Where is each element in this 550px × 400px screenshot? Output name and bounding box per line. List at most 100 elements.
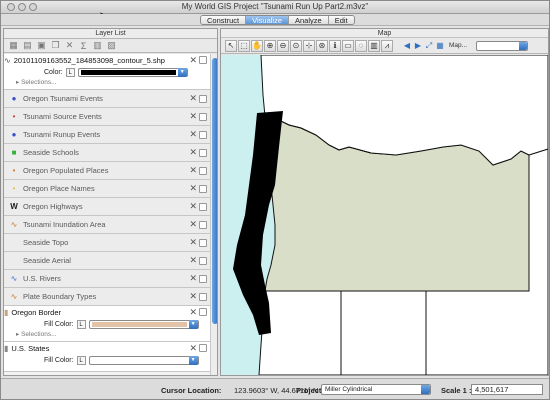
layer-visibility-checkbox[interactable] — [199, 202, 207, 211]
layer-name: Tsunami Runup Events — [23, 130, 101, 139]
label-toggle-button[interactable]: L — [76, 355, 86, 365]
layer-visibility-checkbox[interactable] — [199, 184, 207, 193]
minimize-window-button[interactable] — [18, 3, 26, 11]
info-icon[interactable]: ℹ — [329, 39, 341, 52]
layer-contour[interactable]: ∿ 20101109163552_184853098_contour_5.shp… — [4, 54, 210, 90]
layer-visibility-checkbox[interactable] — [199, 344, 207, 352]
layer-visibility-checkbox[interactable] — [199, 256, 207, 265]
remove-layer-icon[interactable]: ✕ — [189, 219, 197, 230]
selections-disclosure[interactable]: ▸ Selections... — [4, 78, 210, 88]
save-layer-icon[interactable]: ▣ — [36, 40, 47, 51]
layer-visibility-checkbox[interactable] — [199, 166, 207, 175]
lasso-icon[interactable]: ◌ — [355, 39, 367, 52]
layer-name: Oregon Tsunami Events — [23, 94, 103, 103]
map-select[interactable] — [476, 40, 529, 51]
scale-input[interactable]: 4,501,617 — [471, 384, 543, 395]
color-select[interactable]: ▼ — [77, 67, 188, 77]
back-arrow-icon[interactable]: ◀ — [402, 41, 412, 50]
profile-icon[interactable]: ⩘ — [381, 39, 393, 52]
remove-layer-icon[interactable]: ✕ — [189, 343, 197, 354]
layer-visibility-checkbox[interactable] — [199, 220, 207, 229]
color-row: Color: L ▼ — [4, 66, 210, 78]
new-layer-icon[interactable]: ▦ — [8, 40, 19, 51]
layer-visibility-checkbox[interactable] — [199, 94, 207, 103]
layer-properties-icon[interactable]: ▧ — [106, 40, 117, 51]
layer-us-states[interactable]: ▮ U.S. States ✕ Fill Color: L ▼ — [4, 342, 210, 372]
projection-value: Miller Cylindrical — [325, 386, 373, 393]
close-window-button[interactable] — [7, 3, 15, 11]
scrollbar-thumb[interactable] — [212, 58, 217, 324]
selections-disclosure[interactable]: ▸ Selections... — [4, 330, 210, 340]
fill-color-select[interactable]: ▼ — [88, 319, 199, 329]
sum-icon[interactable]: Σ — [78, 41, 89, 51]
tab-construct[interactable]: Construct — [201, 16, 247, 24]
layer-oregon-border[interactable]: ▮ Oregon Border ✕ Fill Color: L ▼ ▸ Sele… — [4, 306, 210, 342]
zoom-window-button[interactable] — [29, 3, 37, 11]
zoom-out-icon[interactable]: ⊖ — [277, 39, 289, 52]
list-item[interactable]: W Oregon Highways ✕ — [4, 198, 210, 216]
remove-layer-icon[interactable]: ✕ — [189, 111, 197, 122]
pan-hand-icon[interactable]: ✋ — [251, 39, 263, 52]
remove-layer-icon[interactable]: ✕ — [189, 291, 197, 302]
layer-visibility-checkbox[interactable] — [199, 130, 207, 139]
list-item[interactable]: ● Tsunami Runup Events ✕ — [4, 126, 210, 144]
remove-layer-icon[interactable]: ✕ — [189, 147, 197, 158]
tab-analyze[interactable]: Analyze — [289, 16, 329, 24]
remove-layer-icon[interactable]: ✕ — [189, 55, 197, 66]
list-item[interactable]: ∿ Plate Boundary Types ✕ — [4, 288, 210, 306]
projection-select[interactable]: Miller Cylindrical — [321, 384, 431, 395]
remove-layer-icon[interactable]: ✕ — [189, 201, 197, 212]
measure-icon[interactable]: ⊹ — [303, 39, 315, 52]
remove-layer-icon[interactable]: ✕ — [189, 183, 197, 194]
list-item[interactable]: ■ Seaside Schools ✕ — [4, 144, 210, 162]
layer-visibility-checkbox[interactable] — [199, 238, 207, 247]
label-toggle-button[interactable]: L — [65, 67, 75, 77]
list-item[interactable]: ∿ U.S. Rivers ✕ — [4, 270, 210, 288]
layer-visibility-checkbox[interactable] — [199, 308, 207, 316]
zoom-extent-icon[interactable]: ⊙ — [290, 39, 302, 52]
open-layer-icon[interactable]: ▤ — [22, 40, 33, 51]
layer-name: Seaside Schools — [23, 148, 79, 157]
list-item[interactable]: • Tsunami Source Events ✕ — [4, 108, 210, 126]
full-extent-icon[interactable]: ⤢ — [424, 41, 434, 51]
remove-layer-icon[interactable]: ✕ — [189, 93, 197, 104]
list-item[interactable]: Seaside Aerial ✕ — [4, 252, 210, 270]
histogram-icon[interactable]: ▥ — [92, 40, 103, 51]
remove-layer-icon[interactable]: ✕ — [189, 307, 197, 318]
remove-layer-icon[interactable]: ✕ — [189, 237, 197, 248]
fill-color-select[interactable]: ▼ — [88, 355, 199, 365]
label-icon[interactable]: ▥ — [368, 39, 380, 52]
layer-visibility-checkbox[interactable] — [199, 274, 207, 283]
layer-visibility-checkbox[interactable] — [199, 56, 207, 64]
layer-visibility-checkbox[interactable] — [199, 148, 207, 157]
select-area-icon[interactable]: ⬚ — [238, 39, 250, 52]
forward-arrow-icon[interactable]: ▶ — [413, 41, 423, 50]
list-item[interactable]: • Oregon Populated Places ✕ — [4, 162, 210, 180]
tab-edit[interactable]: Edit — [328, 16, 354, 24]
color-swatch — [91, 321, 187, 327]
zoom-in-icon[interactable]: ⊕ — [264, 39, 276, 52]
remove-layer-icon[interactable]: ✕ — [189, 273, 197, 284]
map-canvas[interactable] — [221, 55, 548, 375]
layer-name: U.S. States — [11, 343, 50, 353]
list-item[interactable]: • Oregon Place Names ✕ — [4, 180, 210, 198]
list-item[interactable]: ∿ Tsunami Inundation Area ✕ — [4, 216, 210, 234]
remove-layer-icon[interactable]: ✕ — [189, 129, 197, 140]
rectangle-icon[interactable]: ▭ — [342, 39, 354, 52]
list-item[interactable]: Seaside Topo ✕ — [4, 234, 210, 252]
select-arrow-icon[interactable]: ↖ — [225, 39, 237, 52]
list-item[interactable]: ● Oregon Tsunami Events ✕ — [4, 90, 210, 108]
copy-layer-icon[interactable]: ❐ — [50, 40, 61, 51]
square-icon: ■ — [11, 148, 17, 157]
globe-icon[interactable]: ⊛ — [316, 39, 328, 52]
remove-layer-icon[interactable]: ✕ — [189, 255, 197, 266]
tab-visualize[interactable]: Visualize — [246, 16, 289, 24]
label-toggle-button[interactable]: L — [76, 319, 86, 329]
layer-list-scrollbar[interactable] — [210, 54, 217, 375]
grid-icon[interactable]: ▦ — [435, 41, 445, 50]
layer-visibility-checkbox[interactable] — [199, 292, 207, 301]
remove-layer-icon[interactable]: ✕ — [189, 165, 197, 176]
delete-layer-icon[interactable]: ✕ — [64, 40, 75, 51]
selections-label: Selections... — [21, 79, 57, 86]
layer-visibility-checkbox[interactable] — [199, 112, 207, 121]
